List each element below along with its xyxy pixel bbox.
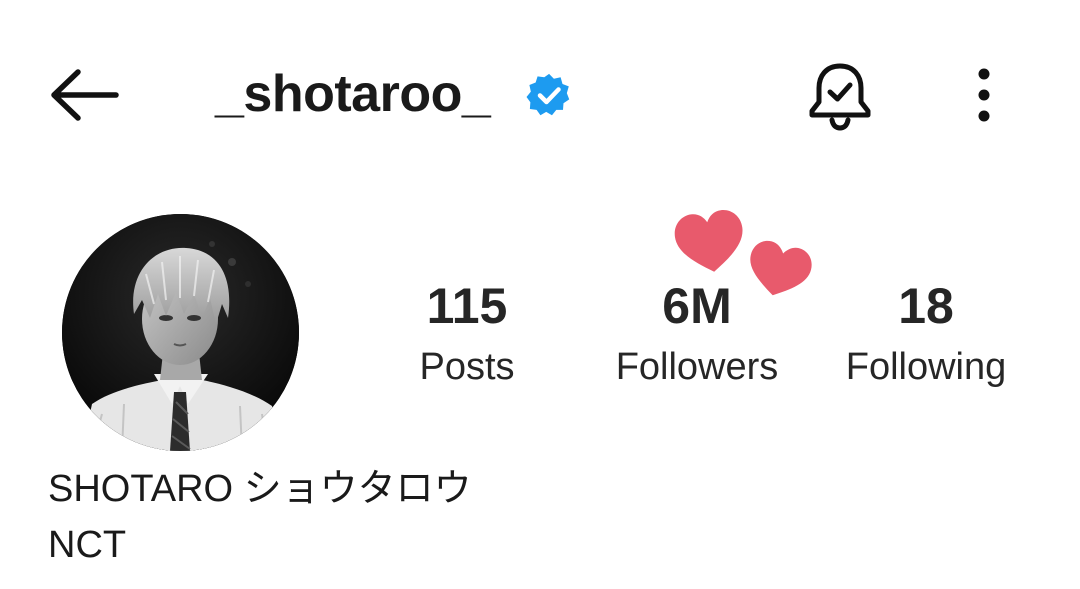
stat-following[interactable]: 18 Following xyxy=(828,276,1024,392)
back-button[interactable] xyxy=(44,64,124,126)
following-count: 18 xyxy=(898,278,954,334)
profile-category: NCT xyxy=(48,524,127,566)
posts-count: 115 xyxy=(426,278,508,334)
posts-label: Posts xyxy=(419,346,515,388)
followers-label: Followers xyxy=(615,346,779,388)
profile-avatar[interactable] xyxy=(62,214,299,451)
more-vertical-icon xyxy=(978,68,990,122)
more-options-button[interactable] xyxy=(964,64,1004,126)
stat-followers[interactable]: 6M Followers xyxy=(590,276,804,392)
stat-posts[interactable]: 115 Posts xyxy=(392,276,542,392)
notifications-button[interactable] xyxy=(802,58,878,134)
bell-check-icon xyxy=(809,63,871,131)
profile-display-name: SHOTARO ショウタロウ xyxy=(48,468,472,510)
following-label: Following xyxy=(845,346,1007,388)
followers-count: 6M xyxy=(662,278,732,334)
arrow-left-icon xyxy=(51,69,119,121)
profile-username: _shotaroo_ xyxy=(215,65,491,123)
verified-badge-icon xyxy=(526,72,572,118)
